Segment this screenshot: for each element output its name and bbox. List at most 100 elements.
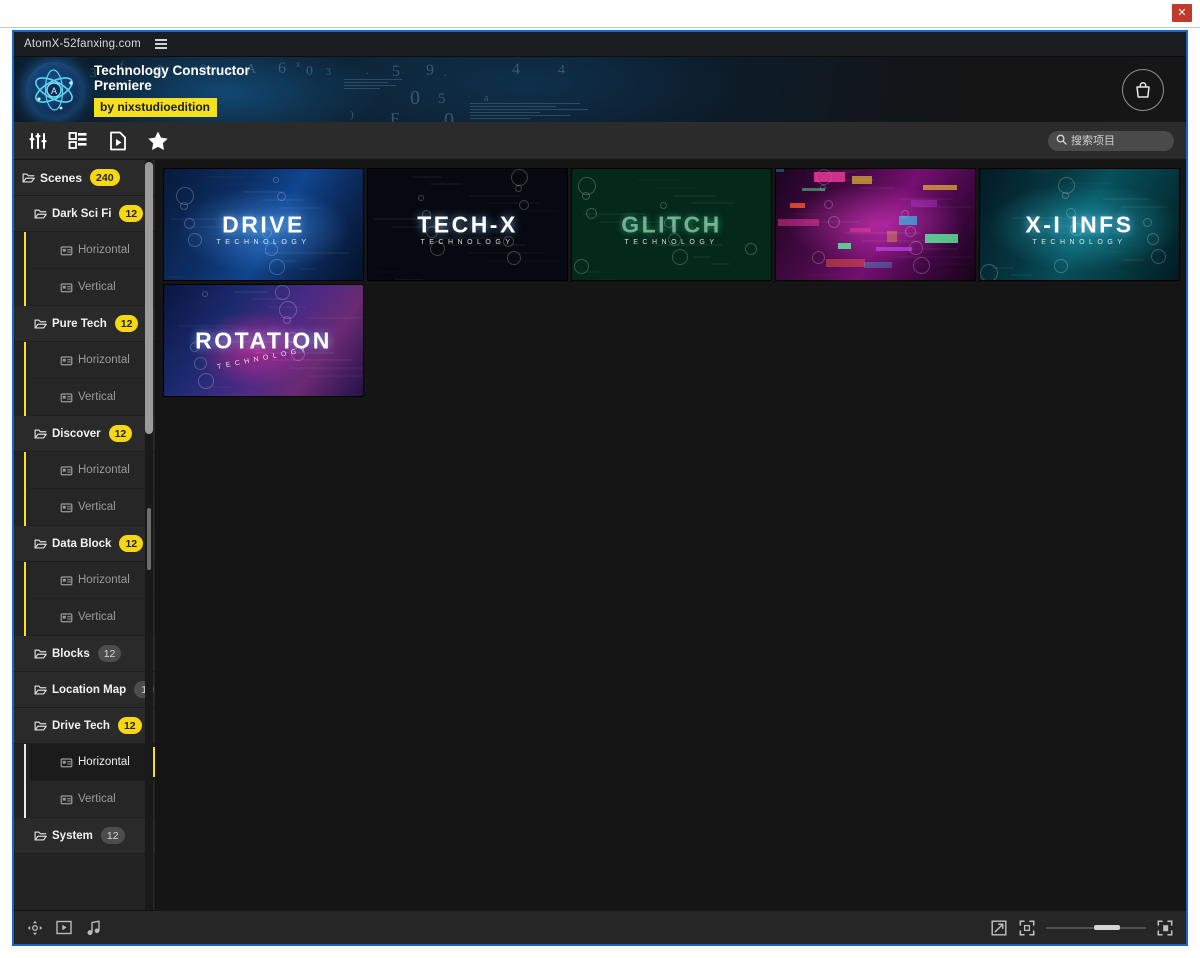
thumbnail-title: DRIVE	[222, 211, 305, 237]
thumbnail-title: GLITCH	[621, 211, 722, 237]
folder-icon	[34, 209, 47, 219]
thumbnail-subtitle: TECHNOLOGY	[216, 238, 311, 246]
expand-arrows-icon[interactable]	[990, 919, 1008, 937]
clip-icon	[60, 502, 73, 512]
sidebar-group-label: Data Block	[52, 537, 112, 550]
thumbnail-dot-decor	[368, 169, 567, 280]
author-badge: by nixstudioedition	[94, 97, 217, 117]
sidebar-group-badge: 12	[108, 425, 133, 442]
music-note-icon[interactable]	[84, 919, 102, 937]
banner-code-decor-2	[470, 103, 590, 121]
folder-icon	[34, 539, 47, 549]
sidebar-root-label: Scenes	[40, 170, 83, 185]
star-icon[interactable]	[146, 129, 170, 153]
sidebar-group-drive-tech: Drive Tech 12 Horizontal Vertical	[14, 708, 155, 818]
sidebar-group-label: Location Map	[52, 683, 127, 696]
sidebar-item-label: Horizontal	[78, 354, 130, 366]
search-icon	[1056, 132, 1067, 150]
sidebar-group-label: System	[52, 829, 93, 842]
banner-text-block: Technology Constructor Premiere by nixst…	[94, 63, 284, 117]
thumbnail-dot-decor	[776, 169, 975, 280]
atom-logo-icon: A	[26, 61, 82, 118]
search-input[interactable]	[1071, 134, 1166, 147]
sidebar-item-label: Vertical	[78, 501, 116, 513]
sidebar-scrollbar-thumb[interactable]	[145, 162, 153, 434]
product-banner: 9 3 f 9 2 0 E A 6 x 0 3 . 5 9 . 4 4 0 5 …	[14, 57, 1186, 122]
thumbnail-subtitle: TECHNOLOGY	[420, 238, 515, 246]
sidebar-group-badge: 12	[119, 535, 144, 552]
sidebar-group-data-block: Data Block 12 Horizontal Vertical	[14, 526, 155, 636]
folder-icon	[34, 721, 47, 731]
thumbnail-tech-x[interactable]: TECH-X TECHNOLOGY	[367, 168, 568, 281]
status-right-group	[990, 919, 1174, 937]
os-top-bar: ✕	[0, 0, 1200, 28]
layout-list-icon[interactable]	[66, 129, 90, 153]
thumbnail-streak-decor	[572, 169, 771, 280]
sidebar-item-label: Horizontal	[78, 464, 130, 476]
sidebar-group-discover: Discover 12 Horizontal Vertical	[14, 416, 155, 526]
thumbnail-magenta-glitch[interactable]	[775, 168, 976, 281]
thumbnail-streak-decor	[980, 169, 1179, 280]
sidebar-group-badge: 12	[117, 717, 142, 734]
window-close-button[interactable]: ✕	[1172, 4, 1192, 22]
thumbnail-dot-decor	[164, 285, 363, 396]
sidebar-group-blocks: Blocks 12	[14, 636, 155, 672]
zoom-slider-thumb[interactable]	[1094, 924, 1120, 930]
sidebar-group-badge: 12	[114, 315, 139, 332]
thumbnail-x-i-infs[interactable]: X-I INFS TECHNOLOGY	[979, 168, 1180, 281]
sidebar-group-pure-tech: Pure Tech 12 Horizontal Vertical	[14, 306, 155, 416]
adjustments-icon[interactable]	[26, 129, 50, 153]
hamburger-icon[interactable]	[154, 39, 167, 49]
sidebar-scrollbar-thumb-secondary[interactable]	[147, 508, 151, 570]
folder-icon	[34, 319, 47, 329]
search-box[interactable]	[1048, 130, 1174, 151]
thumbnail-drive[interactable]: DRIVE TECHNOLOGY	[163, 168, 364, 281]
sidebar-item-label: Horizontal	[78, 756, 130, 768]
sidebar-item-vertical[interactable]: Vertical	[30, 269, 155, 306]
sidebar-item-label: Horizontal	[78, 244, 130, 256]
sidebar-root-scenes[interactable]: Scenes 240	[14, 160, 155, 196]
main-toolbar	[14, 122, 1186, 160]
sidebar-group-header-pure-tech[interactable]: Pure Tech 12	[14, 306, 155, 342]
zoom-slider[interactable]	[1046, 921, 1146, 935]
clip-icon	[60, 465, 73, 475]
product-title: Technology Constructor Premiere	[94, 62, 250, 93]
sidebar-group-header-system[interactable]: System 12	[14, 818, 155, 854]
sidebar-item-vertical[interactable]: Vertical	[30, 781, 155, 818]
thumbnail-streak-decor	[368, 169, 567, 280]
thumbnail-rotation[interactable]: ROTATION TECHNOLOGY	[163, 284, 364, 397]
sidebar-item-horizontal[interactable]: Horizontal	[30, 562, 155, 599]
sidebar-group-header-data-block[interactable]: Data Block 12	[14, 526, 155, 562]
clip-icon	[60, 612, 73, 622]
sidebar-item-horizontal[interactable]: Horizontal	[30, 342, 155, 379]
fullscreen-icon[interactable]	[1156, 919, 1174, 937]
sidebar-group-header-dark-sci-fi[interactable]: Dark Sci Fi 12	[14, 196, 155, 232]
thumbnail-streak-decor	[776, 169, 975, 280]
fit-frame-icon[interactable]	[1018, 919, 1036, 937]
sidebar-item-horizontal[interactable]: Horizontal	[30, 744, 155, 781]
sidebar-item-horizontal[interactable]: Horizontal	[30, 232, 155, 269]
folder-icon	[34, 649, 47, 659]
file-play-icon[interactable]	[106, 129, 130, 153]
sidebar-group-header-discover[interactable]: Discover 12	[14, 416, 155, 452]
sidebar-item-vertical[interactable]: Vertical	[30, 379, 155, 416]
sidebar-group-badge: 12	[97, 645, 122, 662]
transform-icon[interactable]	[26, 919, 44, 937]
sidebar-item-horizontal[interactable]: Horizontal	[30, 452, 155, 489]
video-icon[interactable]	[55, 919, 73, 937]
thumbnail-panel: DRIVE TECHNOLOGY TECH-X TECHNOLOGY GLITCH TEC…	[156, 160, 1186, 910]
shopping-bag-icon[interactable]	[1122, 68, 1164, 111]
sidebar-group-header-drive-tech[interactable]: Drive Tech 12	[14, 708, 155, 744]
sidebar-item-label: Vertical	[78, 391, 116, 403]
sidebar-group-header-location-map[interactable]: Location Map1	[14, 672, 155, 708]
clip-icon	[60, 245, 73, 255]
sidebar-item-vertical[interactable]: Vertical	[30, 599, 155, 636]
thumbnail-subtitle: TECHNOLOGY	[624, 238, 719, 246]
sidebar-group-dark-sci-fi: Dark Sci Fi 12 Horizontal Vertical	[14, 196, 155, 306]
thumbnail-grid: DRIVE TECHNOLOGY TECH-X TECHNOLOGY GLITCH TEC…	[163, 168, 1186, 397]
thumbnail-title: X-I INFS	[1025, 211, 1134, 237]
sidebar-group-header-blocks[interactable]: Blocks 12	[14, 636, 155, 672]
thumbnail-glitch[interactable]: GLITCH TECHNOLOGY	[571, 168, 772, 281]
thumbnail-dot-decor	[980, 169, 1179, 280]
sidebar-item-vertical[interactable]: Vertical	[30, 489, 155, 526]
